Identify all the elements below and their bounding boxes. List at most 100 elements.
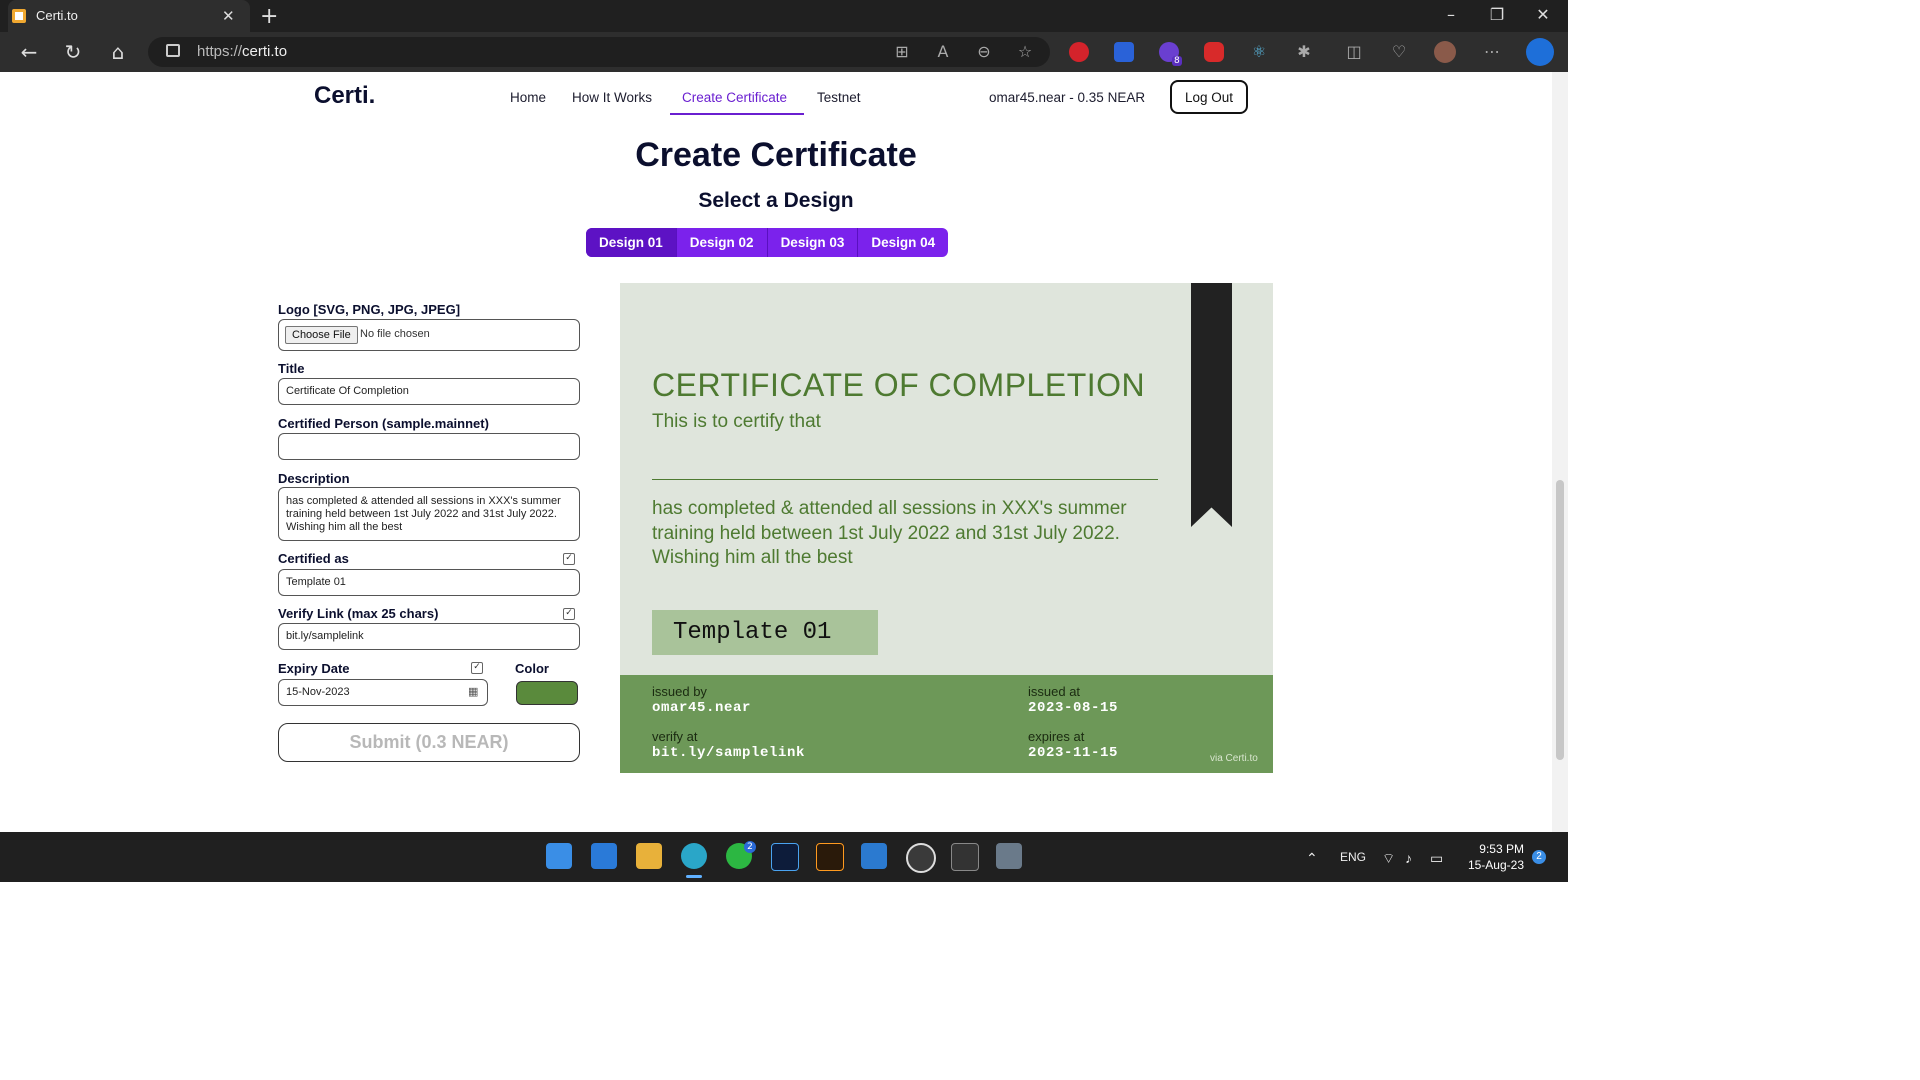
active-app-indicator (686, 875, 702, 878)
profile-avatar[interactable] (1434, 41, 1456, 63)
choose-file-button[interactable]: Choose File (285, 326, 358, 344)
design-tab-02[interactable]: Design 02 (677, 228, 768, 257)
window-close-icon[interactable]: ✕ (1520, 5, 1566, 24)
verify-at-label: verify at (652, 729, 698, 744)
title-input[interactable]: Certificate Of Completion (278, 378, 580, 405)
obs-icon[interactable] (906, 843, 936, 873)
more-menu-icon[interactable]: ⋯ (1480, 42, 1504, 61)
calendar-icon[interactable]: ▦ (468, 685, 478, 698)
copilot-icon[interactable] (1526, 38, 1554, 66)
verify-link-input[interactable]: bit.ly/samplelink (278, 623, 580, 650)
url-text[interactable]: https://certi.to (197, 43, 287, 60)
performance-icon[interactable]: ♡ (1387, 42, 1411, 61)
extension-badge: 8 (1172, 56, 1182, 66)
expiry-date-label: Expiry Date (278, 661, 350, 676)
certificate-title: CERTIFICATE OF COMPLETION (652, 367, 1146, 403)
bitwarden-extension-icon[interactable] (1114, 42, 1134, 62)
certified-person-label: Certified Person (sample.mainnet) (278, 416, 489, 431)
issued-by-label: issued by (652, 684, 707, 699)
split-screen-icon[interactable]: ◫ (1342, 42, 1366, 61)
wifi-icon[interactable]: ⌔ (1382, 850, 1395, 868)
color-label: Color (515, 661, 549, 676)
vscode-icon[interactable] (861, 843, 887, 869)
mail-icon[interactable] (591, 843, 617, 869)
tab-close-icon[interactable]: ✕ (222, 7, 235, 25)
volume-icon[interactable]: ♪ (1405, 850, 1412, 866)
clock-date: 15-Aug-23 (1467, 858, 1524, 872)
scrollbar-thumb[interactable] (1556, 480, 1564, 760)
page-title: Create Certificate (635, 136, 917, 174)
adblock-extension-icon[interactable] (1069, 42, 1089, 62)
expiry-date-input[interactable]: 15-Nov-2023 (278, 679, 488, 706)
clock[interactable]: 9:53 PM 15-Aug-23 (1464, 841, 1524, 873)
read-aloud-icon[interactable]: A (931, 42, 955, 61)
certified-as-checkbox[interactable]: ✓ (563, 553, 575, 565)
certificate-name-line (652, 479, 1158, 480)
expires-at-value: 2023-11-15 (1028, 745, 1119, 761)
lock-icon[interactable] (166, 44, 180, 57)
expires-at-label: expires at (1028, 729, 1085, 744)
url-scheme: https:// (197, 43, 243, 60)
favicon-icon (12, 9, 26, 23)
certified-person-input[interactable] (278, 433, 580, 460)
design-tab-04[interactable]: Design 04 (858, 228, 948, 257)
submit-button[interactable]: Submit (0.3 NEAR) (278, 723, 580, 762)
issued-at-label: issued at (1028, 684, 1081, 699)
nav-home[interactable]: Home (510, 90, 546, 105)
nav-create-certificate[interactable]: Create Certificate (682, 90, 787, 105)
logout-button[interactable]: Log Out (1170, 80, 1248, 114)
certified-as-input[interactable]: Template 01 (278, 569, 580, 596)
photoshop-icon[interactable] (771, 843, 799, 871)
illustrator-icon[interactable] (816, 843, 844, 871)
nav-how-it-works[interactable]: How It Works (572, 90, 652, 105)
expiry-date-checkbox[interactable]: ✓ (471, 662, 483, 674)
section-subtitle: Select a Design (698, 189, 854, 212)
minimize-icon[interactable]: – (1428, 5, 1474, 24)
url-host: certi.to (242, 43, 288, 60)
site-logo[interactable]: Certi. (314, 82, 375, 110)
react-devtools-icon[interactable]: ⚛ (1247, 42, 1271, 61)
file-explorer-icon[interactable] (636, 843, 662, 869)
clock-time: 9:53 PM (1479, 842, 1524, 856)
terminal-icon[interactable] (951, 843, 979, 871)
verify-link-label: Verify Link (max 25 chars) (278, 606, 439, 621)
design-selector: Design 01 Design 02 Design 03 Design 04 (586, 228, 949, 257)
color-picker[interactable] (516, 681, 578, 705)
title-label: Title (278, 361, 305, 376)
zoom-out-icon[interactable]: ⊖ (972, 42, 996, 61)
extensions-icon[interactable]: ✱ (1292, 42, 1316, 61)
description-label: Description (278, 471, 350, 486)
calculator-icon[interactable] (996, 843, 1022, 869)
issued-by-value: omar45.near (652, 700, 752, 716)
home-icon[interactable]: ⌂ (105, 40, 131, 64)
issued-at-value: 2023-08-15 (1028, 700, 1119, 716)
edge-icon[interactable] (681, 843, 707, 869)
nav-testnet[interactable]: Testnet (817, 90, 861, 105)
verify-at-value: bit.ly/samplelink (652, 745, 806, 761)
file-status: No file chosen (360, 328, 430, 340)
tray-overflow-icon[interactable]: ⌃ (1306, 850, 1318, 867)
start-icon[interactable] (546, 843, 572, 869)
account-balance: omar45.near - 0.35 NEAR (989, 90, 1146, 105)
restore-icon[interactable]: ❐ (1474, 5, 1520, 24)
design-tab-01[interactable]: Design 01 (586, 228, 677, 257)
new-tab-icon[interactable]: + (260, 4, 278, 29)
certificate-description: has completed & attended all sessions in… (652, 498, 1127, 568)
youtube-extension-icon[interactable] (1204, 42, 1224, 62)
design-tab-03[interactable]: Design 03 (768, 228, 859, 257)
certificate-subtitle: This is to certify that (652, 411, 821, 432)
language-indicator[interactable]: ENG (1340, 850, 1366, 864)
app-available-icon[interactable]: ⊞ (890, 42, 914, 61)
battery-icon[interactable]: ▭ (1430, 850, 1443, 867)
back-icon[interactable]: ← (16, 40, 42, 64)
notification-badge[interactable]: 2 (1532, 850, 1546, 864)
verify-link-checkbox[interactable]: ✓ (563, 608, 575, 620)
favorite-star-icon[interactable]: ☆ (1013, 42, 1037, 61)
certificate-badge-text: Template 01 (673, 619, 832, 646)
nav-active-underline (670, 113, 804, 115)
description-textarea[interactable]: has completed & attended all sessions in… (278, 487, 580, 541)
refresh-icon[interactable]: ↻ (60, 40, 86, 64)
certified-as-label: Certified as (278, 551, 349, 566)
logo-label: Logo [SVG, PNG, JPG, JPEG] (278, 302, 461, 317)
certificate-ribbon (1191, 283, 1232, 527)
